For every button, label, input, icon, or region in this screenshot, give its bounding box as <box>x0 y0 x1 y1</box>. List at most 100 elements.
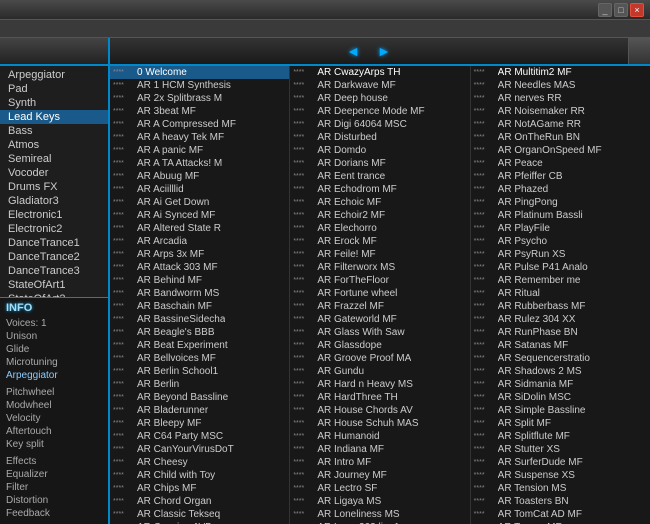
patch-item[interactable]: ****AR BassineSidecha <box>110 313 289 326</box>
category-item-14[interactable]: DanceTrance3 <box>0 264 108 278</box>
category-item-0[interactable]: Arpeggiator <box>0 68 108 82</box>
patch-item[interactable]: ****AR House Chords AV <box>290 404 469 417</box>
patch-item[interactable]: ****AR RunPhase BN <box>471 326 650 339</box>
patch-item[interactable]: ****AR Baschain MF <box>110 300 289 313</box>
patch-item[interactable]: ****AR Gundu <box>290 365 469 378</box>
patch-item[interactable]: ****AR Echoic MF <box>290 196 469 209</box>
patch-item[interactable]: ****AR Noisemaker RR <box>471 105 650 118</box>
category-item-10[interactable]: Electronic1 <box>0 208 108 222</box>
patch-item[interactable]: ****AR Humanoid <box>290 430 469 443</box>
patch-item[interactable]: ****AR HardThree TH <box>290 391 469 404</box>
patch-item[interactable]: ****AR Domdo <box>290 144 469 157</box>
category-item-5[interactable]: Atmos <box>0 138 108 152</box>
patch-item[interactable]: ****AR PingPong <box>471 196 650 209</box>
patch-item[interactable]: ****AR Disturbed <box>290 131 469 144</box>
patch-item[interactable]: ****AR Glass With Saw <box>290 326 469 339</box>
patch-item[interactable]: ****AR Aciilllid <box>110 183 289 196</box>
patch-item[interactable]: ****AR Deep house <box>290 92 469 105</box>
patch-item[interactable]: ****AR Glassdope <box>290 339 469 352</box>
patch-item[interactable]: ****AR Tension MS <box>471 482 650 495</box>
patch-item[interactable]: ****AR Indiana MF <box>290 443 469 456</box>
patch-item[interactable]: ****AR Sidmania MF <box>471 378 650 391</box>
patch-item[interactable]: ****AR 2x Splitbrass M <box>110 92 289 105</box>
patch-item[interactable]: ****AR nerves RR <box>471 92 650 105</box>
patch-item[interactable]: ****AR Fortune wheel <box>290 287 469 300</box>
patch-item[interactable]: ****AR Bandworm MS <box>110 287 289 300</box>
patch-item[interactable]: ****AR Abuug MF <box>110 170 289 183</box>
patch-item[interactable]: ****AR Altered State R <box>110 222 289 235</box>
patch-item[interactable]: ****AR Gateworld MF <box>290 313 469 326</box>
right-arrow[interactable]: ► <box>377 43 392 59</box>
patch-item[interactable]: ****AR Berlin <box>110 378 289 391</box>
patch-item[interactable]: ****AR 3beat MF <box>110 105 289 118</box>
patch-item[interactable]: ****AR Psycho <box>471 235 650 248</box>
patch-item[interactable]: ****AR SiDolin MSC <box>471 391 650 404</box>
category-item-1[interactable]: Pad <box>0 82 108 96</box>
header-close[interactable] <box>628 38 650 64</box>
patch-item[interactable]: ****AR Rubberbass MF <box>471 300 650 313</box>
patch-item[interactable]: ****AR Arcadia <box>110 235 289 248</box>
patch-item[interactable]: ****AR Filterworx MS <box>290 261 469 274</box>
patch-item[interactable]: ****AR Journey MF <box>290 469 469 482</box>
patch-item[interactable]: ****AR Classic Tekseq <box>110 508 289 521</box>
category-item-9[interactable]: Gladiator3 <box>0 194 108 208</box>
patch-item[interactable]: ****AR OnTheRun BN <box>471 131 650 144</box>
patch-item[interactable]: ****AR Multitim2 MF <box>471 66 650 79</box>
patch-item[interactable]: ****AR Erock MF <box>290 235 469 248</box>
patch-item[interactable]: ****AR Bladerunner <box>110 404 289 417</box>
patch-item[interactable]: ****AR A TA Attacks! M <box>110 157 289 170</box>
patch-item[interactable]: ****AR TomCat AD MF <box>471 508 650 521</box>
patch-item[interactable]: ****AR Attack 303 MF <box>110 261 289 274</box>
patch-item[interactable]: ****AR Behind MF <box>110 274 289 287</box>
patch-item[interactable]: ****AR Ai Synced MF <box>110 209 289 222</box>
patch-item[interactable]: ****AR Rulez 304 XX <box>471 313 650 326</box>
category-item-15[interactable]: StateOfArt1 <box>0 278 108 292</box>
patch-item[interactable]: ****AR NotAGame RR <box>471 118 650 131</box>
patch-item[interactable]: ****AR Needles MAS <box>471 79 650 92</box>
patch-item[interactable]: ****AR Split MF <box>471 417 650 430</box>
category-item-13[interactable]: DanceTrance2 <box>0 250 108 264</box>
category-item-12[interactable]: DanceTrance1 <box>0 236 108 250</box>
patch-item[interactable]: ****AR C64 Party MSC <box>110 430 289 443</box>
patch-item[interactable]: ****AR Peace <box>471 157 650 170</box>
patch-item[interactable]: ****AR CanYourVirusDoT <box>110 443 289 456</box>
patch-item[interactable]: ****AR Darkwave MF <box>290 79 469 92</box>
patch-item[interactable]: ****AR Chips MF <box>110 482 289 495</box>
patch-item[interactable]: ****AR Sequencerstratio <box>471 352 650 365</box>
patch-item[interactable]: ****0 Welcome <box>110 66 289 79</box>
patch-item[interactable]: ****AR CwazyArps TH <box>290 66 469 79</box>
patch-item[interactable]: ****AR Dorians MF <box>290 157 469 170</box>
category-item-2[interactable]: Synth <box>0 96 108 110</box>
patch-item[interactable]: ****AR Groove Proof MA <box>290 352 469 365</box>
patch-item[interactable]: ****AR Loneliness MS <box>290 508 469 521</box>
patch-item[interactable]: ****AR Bleepy MF <box>110 417 289 430</box>
patch-item[interactable]: ****AR Bellvoices MF <box>110 352 289 365</box>
patch-item[interactable]: ****AR Echodrom MF <box>290 183 469 196</box>
patch-item[interactable]: ****AR SurferDude MF <box>471 456 650 469</box>
patch-item[interactable]: ****AR Eent trance <box>290 170 469 183</box>
patch-item[interactable]: ****AR PlayFile <box>471 222 650 235</box>
patch-item[interactable]: ****AR Satanas MF <box>471 339 650 352</box>
category-item-3[interactable]: Lead Keys <box>0 110 108 124</box>
patch-item[interactable]: ****AR Beat Experiment <box>110 339 289 352</box>
patch-item[interactable]: ****AR Beyond Bassline <box>110 391 289 404</box>
left-arrow[interactable]: ◄ <box>346 43 361 59</box>
patch-item[interactable]: ****AR Digi 64064 MSC <box>290 118 469 131</box>
patch-item[interactable]: ****AR A heavy Tek MF <box>110 131 289 144</box>
patch-item[interactable]: ****AR Frazzel MF <box>290 300 469 313</box>
patch-item[interactable]: ****AR Simple Bassline <box>471 404 650 417</box>
patch-item[interactable]: ****AR A panic MF <box>110 144 289 157</box>
patch-item[interactable]: ****AR Berlin School1 <box>110 365 289 378</box>
patch-item[interactable]: ****AR Platinum Bassli <box>471 209 650 222</box>
patch-item[interactable]: ****AR Chord Organ <box>110 495 289 508</box>
patch-item[interactable]: ****AR Toasters BN <box>471 495 650 508</box>
category-item-11[interactable]: Electronic2 <box>0 222 108 236</box>
patch-item[interactable]: ****AR Cheesy <box>110 456 289 469</box>
patch-item[interactable]: ****AR Arps 3x MF <box>110 248 289 261</box>
patch-item[interactable]: ****AR Remember me <box>471 274 650 287</box>
patch-item[interactable]: ****AR Stutter XS <box>471 443 650 456</box>
patch-item[interactable]: ****AR Pulse P41 Analo <box>471 261 650 274</box>
close-button[interactable]: × <box>630 3 644 17</box>
patch-item[interactable]: ****AR Splitflute MF <box>471 430 650 443</box>
patch-item[interactable]: ****AR Pfeiffer CB <box>471 170 650 183</box>
